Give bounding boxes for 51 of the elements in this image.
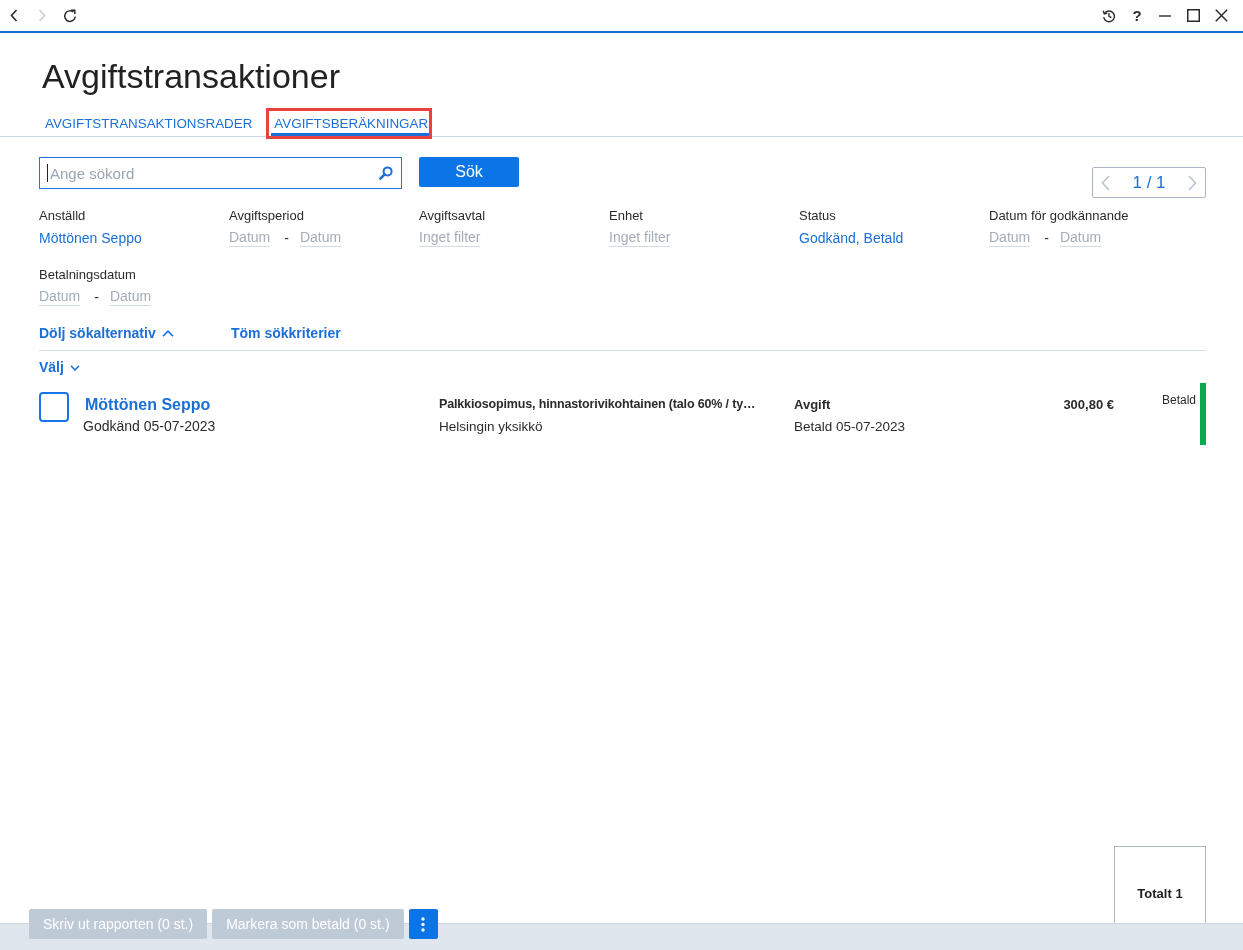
employee-name-link[interactable]: Möttönen Seppo <box>85 395 211 415</box>
chevron-down-icon <box>69 364 80 371</box>
filter-label: Enhet <box>609 208 644 224</box>
agreement-name: Palkkiosopimus, hinnastorivikohtainen (talo 60% / ty… <box>439 396 756 413</box>
history-icon[interactable] <box>1102 8 1116 23</box>
filter-placeholder[interactable]: Inget filter <box>609 229 671 247</box>
refresh-icon[interactable] <box>63 8 77 23</box>
filter-label: Avgiftsavtal <box>419 208 487 224</box>
search-field[interactable]: Ange sökord <box>39 157 402 189</box>
amount: 300,80 € <box>1063 396 1114 413</box>
totals-panel: Totalt 1 <box>1114 846 1206 923</box>
close-icon[interactable] <box>1214 9 1228 22</box>
filter-placeholder[interactable]: Datum <box>39 288 81 306</box>
checkbox[interactable] <box>39 392 69 422</box>
tab[interactable]: AVGIFTSBERÄKNINGAR <box>271 108 432 136</box>
filter-label: Anställd <box>39 208 87 224</box>
page-title: Avgiftstransaktioner <box>42 56 341 96</box>
filter-value[interactable]: Godkänd, Betald <box>799 229 904 247</box>
more-button[interactable] <box>408 909 438 939</box>
hide-options-link[interactable]: Dölj sökalternativ <box>39 324 231 343</box>
text-cursor-icon <box>47 164 48 182</box>
approval-date: Godkänd 05-07-2023 <box>83 417 216 435</box>
range-separator: - <box>1044 229 1049 247</box>
help-button[interactable]: ? <box>1132 7 1142 24</box>
filter-placeholder[interactable]: Inget filter <box>419 229 481 247</box>
filter-label: Datum för godkännande <box>989 208 1130 224</box>
transaction-type: Avgift <box>794 396 831 413</box>
filter-placeholder[interactable]: Datum <box>299 229 342 247</box>
tab[interactable]: AVGIFTSTRANSAKTIONSRADER <box>42 108 256 136</box>
filter-placeholder[interactable]: Datum <box>989 229 1031 247</box>
range-separator: - <box>284 229 289 247</box>
search-button[interactable]: Sök <box>419 157 519 187</box>
page-indicator: 1 / 1 <box>1132 172 1166 193</box>
status-label: Betald <box>1161 392 1196 408</box>
select-menu-button[interactable]: Välj <box>39 358 80 377</box>
filter-placeholder[interactable]: Datum <box>1059 229 1102 247</box>
range-separator: - <box>94 288 99 306</box>
filter-value[interactable]: Möttönen Seppo <box>39 229 142 247</box>
filter-placeholder[interactable]: Datum <box>229 229 271 247</box>
payment-date: Betald 05-07-2023 <box>794 418 906 436</box>
filter-label: Betalningsdatum <box>39 267 137 283</box>
filter-label: Avgiftsperiod <box>229 208 305 224</box>
back-icon[interactable] <box>10 9 18 22</box>
unit-name: Helsingin yksikkö <box>439 418 543 436</box>
clear-criteria-link[interactable]: Töm sökkriterier <box>231 324 341 343</box>
maximize-icon[interactable] <box>1186 9 1200 22</box>
search-icon[interactable] <box>379 166 393 180</box>
filter-placeholder[interactable]: Datum <box>109 288 152 306</box>
filter-label: Status <box>799 208 837 224</box>
minimize-icon[interactable] <box>1159 14 1171 17</box>
vertical-dots-icon <box>421 916 426 932</box>
